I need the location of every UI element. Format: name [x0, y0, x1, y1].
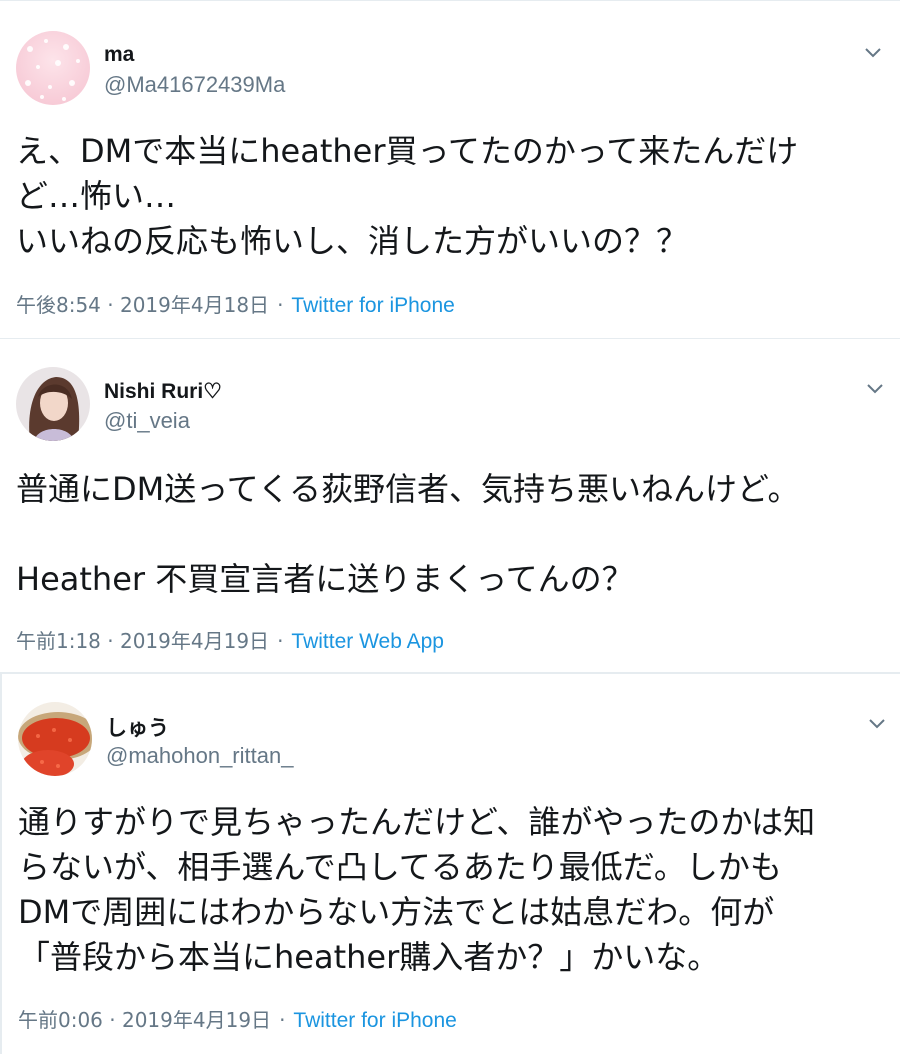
display-name[interactable]: Nishi Ruri♡ [104, 379, 222, 404]
tweet-text-line: らないが、相手選んで凸してるあたり最低だ。しかも [18, 848, 782, 886]
avatar[interactable] [16, 367, 90, 441]
tweet-text-line: え、DMで本当にheather買ってたのかって来たんだけ [16, 132, 799, 170]
tweet[interactable]: ma @Ma41672439Ma え、DMで本当にheather買ってたのかって… [0, 0, 900, 338]
tweet-text-line: 通りすがりで見ちゃったんだけど、誰がやったのかは知 [18, 803, 816, 841]
avatar[interactable] [18, 702, 92, 776]
tweet[interactable]: しゅう @mahohon_rittan_ 通りすがりで見ちゃったんだけど、誰がや… [0, 672, 900, 1054]
tweet-meta: 午前1:18 · 2019年4月19日 · Twitter Web App [16, 625, 444, 654]
tweet[interactable]: Nishi Ruri♡ @ti_veia 普通にDM送ってくる荻野信者、気持ち悪… [0, 338, 900, 672]
display-name[interactable]: しゅう [106, 712, 169, 742]
tweet-text-line: ど…怖い… [16, 177, 177, 215]
user-handle[interactable]: @Ma41672439Ma [104, 72, 285, 98]
tweet-text-line: 普通にDM送ってくる荻野信者、気持ち悪いねんけど。 [16, 470, 800, 508]
chevron-down-icon[interactable] [862, 41, 884, 63]
tweet-text-line: Heather 不買宣言者に送りまくってんの？ [16, 560, 634, 598]
chevron-down-icon[interactable] [866, 712, 888, 734]
tweet-meta: 午前0:06 · 2019年4月19日 · Twitter for iPhone [18, 1004, 457, 1033]
timestamp[interactable]: 午前1:18 · 2019年4月19日 [16, 629, 269, 653]
separator: · [277, 629, 284, 653]
chevron-down-icon[interactable] [864, 377, 886, 399]
separator: · [279, 1008, 286, 1032]
display-name[interactable]: ma [104, 43, 134, 67]
user-handle[interactable]: @ti_veia [104, 408, 190, 434]
source-link[interactable]: Twitter for iPhone [291, 294, 454, 317]
avatar[interactable] [16, 31, 90, 105]
user-handle[interactable]: @mahohon_rittan_ [106, 743, 293, 769]
tweet-meta: 午後8:54 · 2019年4月18日 · Twitter for iPhone [16, 289, 455, 318]
tweet-thread: ma @Ma41672439Ma え、DMで本当にheather買ってたのかって… [0, 0, 900, 1054]
source-link[interactable]: Twitter for iPhone [293, 1009, 456, 1032]
separator: · [277, 293, 284, 317]
source-link[interactable]: Twitter Web App [291, 630, 444, 653]
timestamp[interactable]: 午前0:06 · 2019年4月19日 [18, 1008, 271, 1032]
tweet-text-line: いいねの反応も怖いし、消した方がいいの？？ [16, 222, 689, 260]
tweet-text-line: DMで周囲にはわからない方法でとは姑息だわ。何が [18, 893, 775, 931]
tweet-text-line: 「普段から本当にheather購入者か？」かいな。 [18, 938, 720, 976]
timestamp[interactable]: 午後8:54 · 2019年4月18日 [16, 293, 269, 317]
